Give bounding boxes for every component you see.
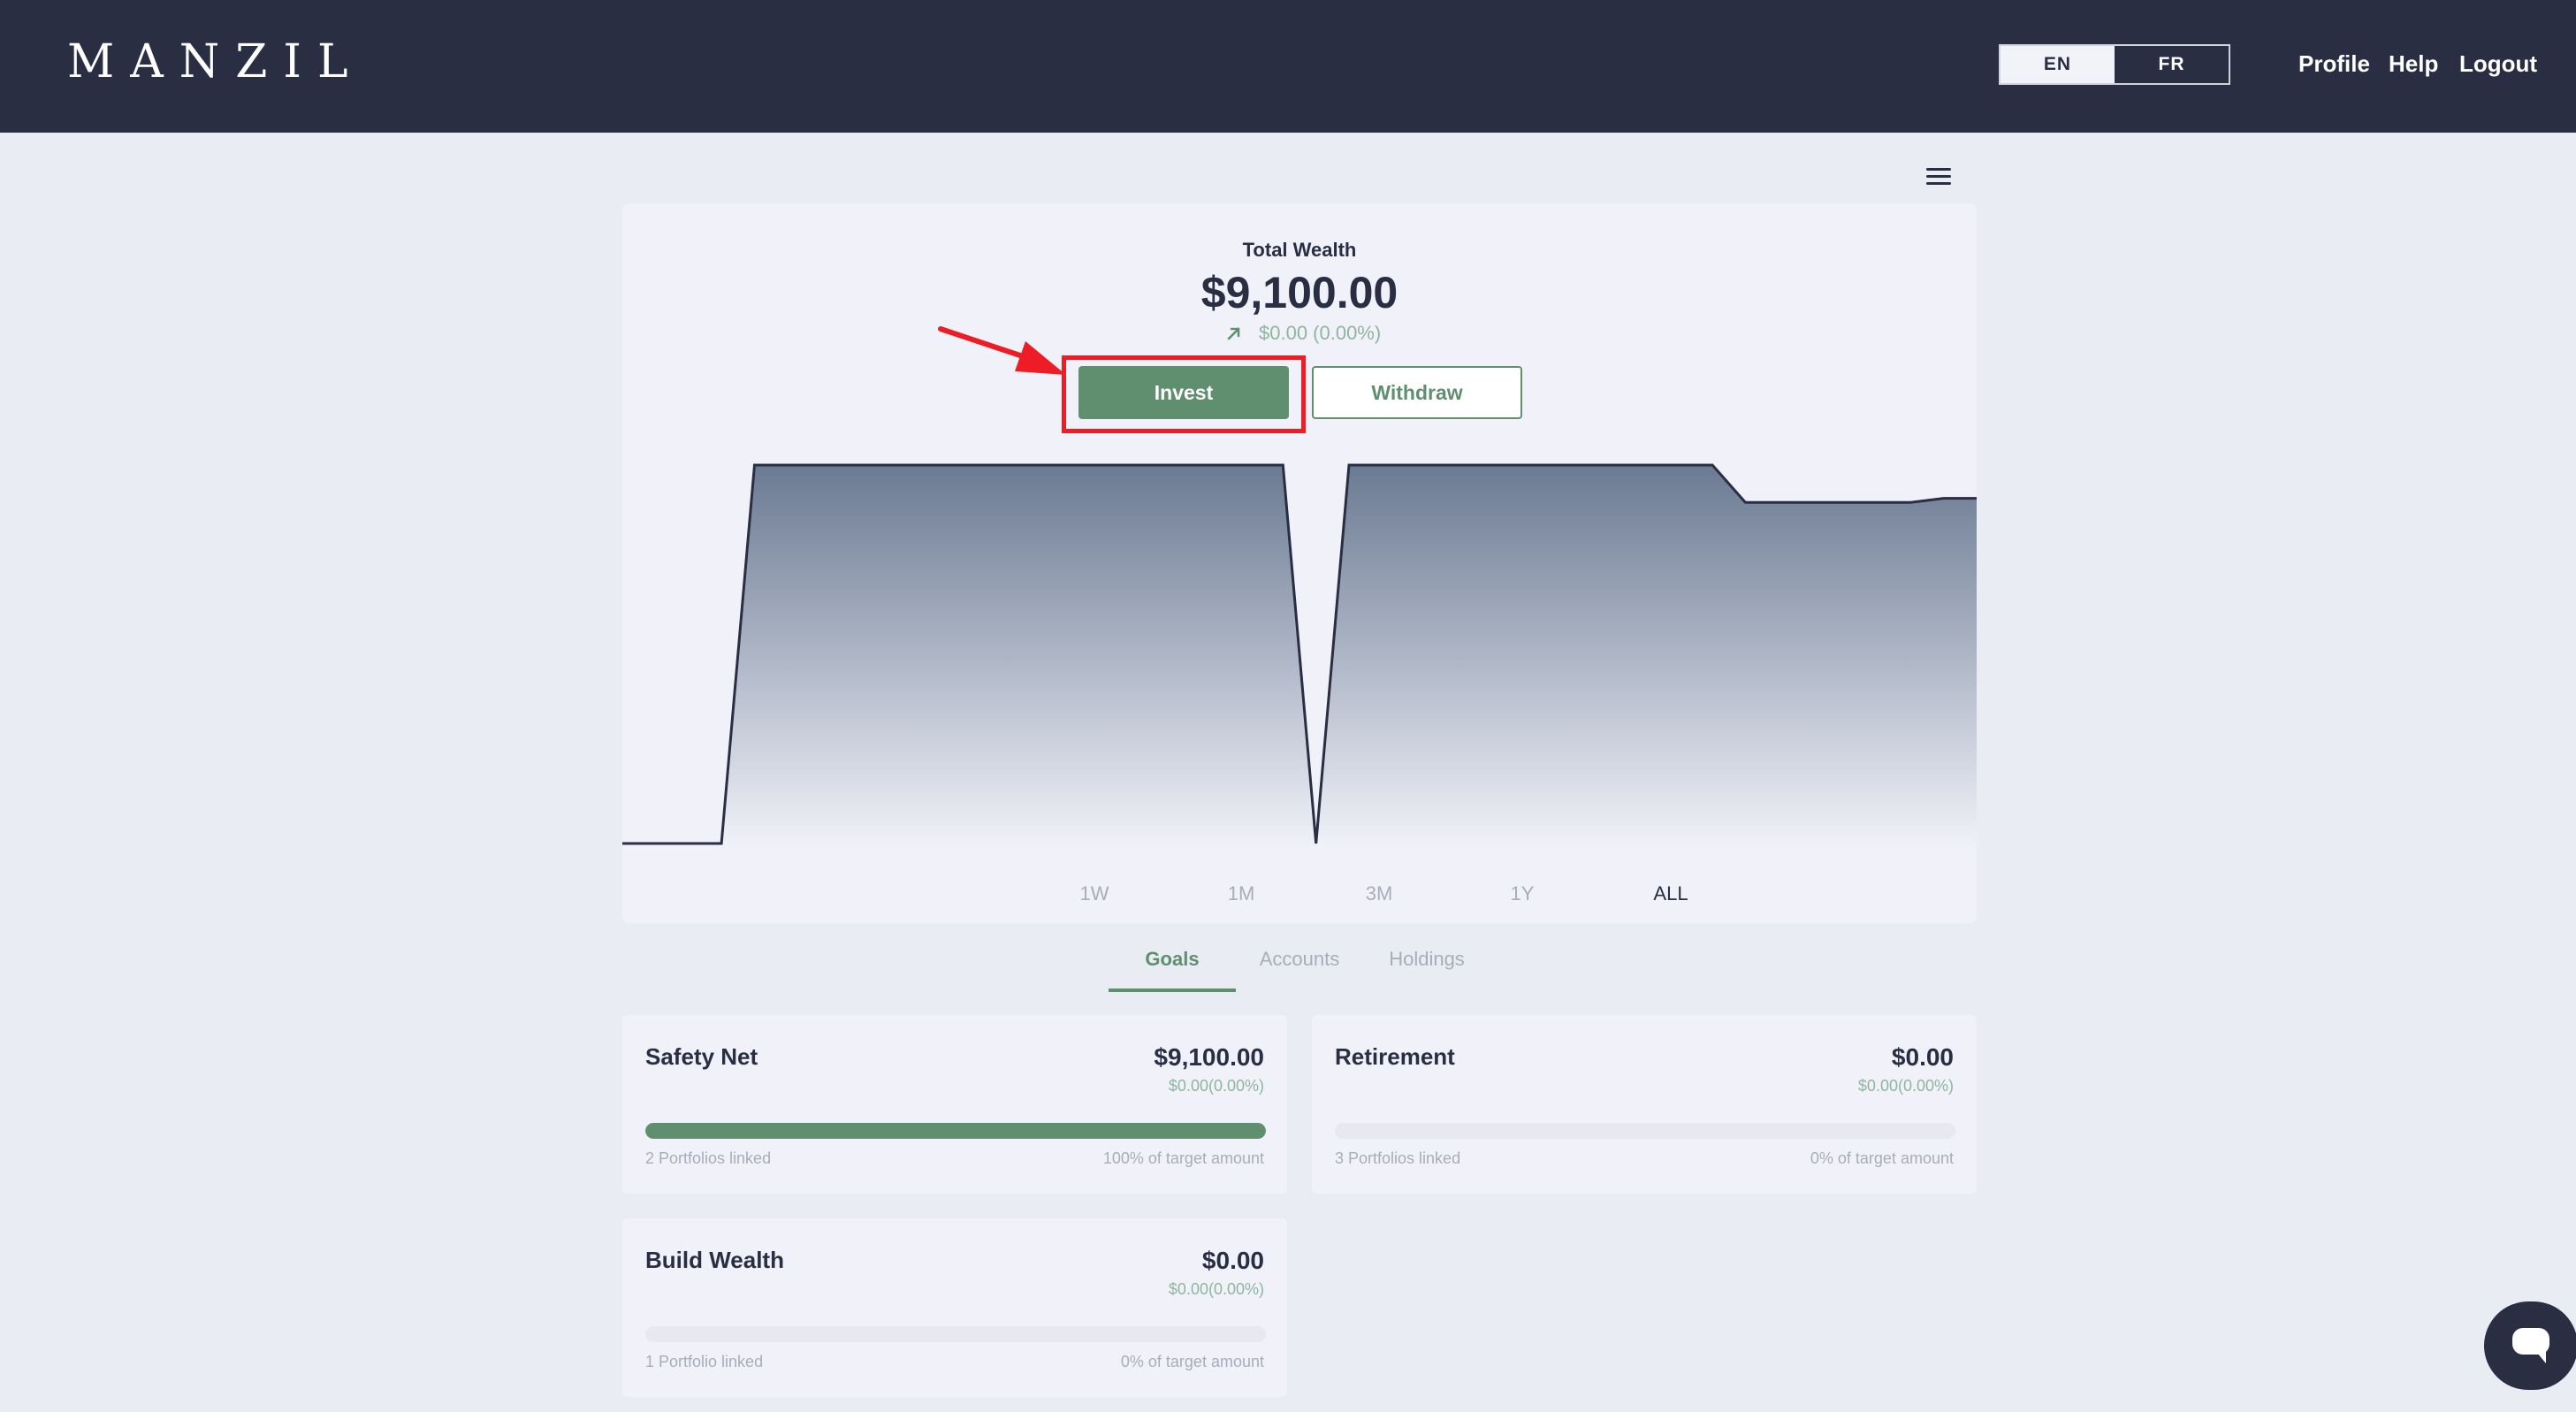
- goal-name: Retirement: [1335, 1043, 1455, 1070]
- goal-card-retirement[interactable]: Retirement $0.00 $0.00(0.00%) 3 Portfoli…: [1312, 1015, 1977, 1194]
- chat-bubble-icon: [2512, 1328, 2549, 1363]
- language-switcher: EN FR: [1999, 44, 2230, 85]
- range-1y-button[interactable]: 1Y: [1511, 882, 1535, 905]
- goal-target-percent: 0% of target amount: [1810, 1149, 1954, 1167]
- goal-name: Build Wealth: [645, 1247, 784, 1273]
- range-3m-button[interactable]: 3M: [1366, 882, 1393, 905]
- total-wealth-change-value: $0.00 (0.00%): [1259, 322, 1382, 344]
- top-navigation-bar: MANZIL EN FR Profile Help Logout: [0, 0, 2576, 133]
- goal-amount: $0.00: [1201, 1247, 1264, 1274]
- total-wealth-amount: $9,100.00: [1200, 268, 1399, 317]
- chat-support-button[interactable]: [2484, 1301, 2576, 1390]
- goal-amount: $0.00: [1891, 1043, 1954, 1071]
- goal-portfolios-linked: 1 Portfolio linked: [645, 1353, 764, 1370]
- tab-accounts[interactable]: Accounts: [1260, 948, 1340, 971]
- goal-amount: $9,100.00: [1154, 1043, 1264, 1071]
- goal-progress-bar: [1335, 1123, 1955, 1139]
- withdraw-button[interactable]: Withdraw: [1312, 366, 1522, 419]
- tab-holdings[interactable]: Holdings: [1389, 948, 1465, 971]
- range-1m-button[interactable]: 1M: [1228, 882, 1255, 905]
- help-link[interactable]: Help: [2389, 48, 2438, 80]
- logout-link[interactable]: Logout: [2459, 48, 2537, 80]
- goal-portfolios-linked: 3 Portfolios linked: [1335, 1149, 1461, 1167]
- goal-progress-bar: [645, 1123, 1266, 1139]
- active-tab-indicator: [1109, 988, 1236, 992]
- manzil-logo[interactable]: MANZIL: [67, 35, 364, 88]
- wealth-history-chart: [622, 463, 1977, 849]
- goal-card-build-wealth[interactable]: Build Wealth $0.00 $0.00(0.00%) 1 Portfo…: [622, 1218, 1287, 1397]
- goal-change: $0.00(0.00%): [1857, 1077, 1954, 1095]
- time-range-selector: 1W 1M 3M 1Y ALL: [622, 882, 1977, 911]
- invest-button[interactable]: Invest: [1078, 366, 1289, 419]
- goal-progress-bar: [645, 1326, 1266, 1342]
- goal-target-percent: 100% of target amount: [1102, 1149, 1264, 1167]
- goal-change: $0.00(0.00%): [1168, 1077, 1264, 1095]
- goal-target-percent: 0% of target amount: [1120, 1353, 1264, 1370]
- tab-goals[interactable]: Goals: [1145, 948, 1199, 971]
- total-wealth-label: Total Wealth: [1242, 239, 1357, 261]
- profile-link[interactable]: Profile: [2298, 48, 2370, 80]
- goal-progress-fill: [645, 1123, 1266, 1139]
- arrow-up-right-icon: [1227, 327, 1240, 340]
- goal-card-safety-net[interactable]: Safety Net $9,100.00 $0.00(0.00%) 2 Port…: [622, 1015, 1287, 1194]
- goal-portfolios-linked: 2 Portfolios linked: [645, 1149, 772, 1167]
- range-all-button[interactable]: ALL: [1653, 882, 1688, 905]
- goal-change: $0.00(0.00%): [1168, 1280, 1264, 1298]
- total-wealth-change: $0.00 (0.00%): [1223, 320, 1418, 347]
- language-en-button[interactable]: EN: [2001, 46, 2115, 83]
- hamburger-menu-icon[interactable]: [1924, 164, 1954, 187]
- goal-name: Safety Net: [645, 1043, 758, 1070]
- portfolio-tabs: Goals Accounts Holdings: [1109, 943, 1480, 994]
- language-fr-button[interactable]: FR: [2115, 46, 2229, 83]
- range-1w-button[interactable]: 1W: [1080, 882, 1109, 905]
- total-wealth-card: Total Wealth $9,100.00 $0.00 (0.00%) Inv…: [622, 203, 1977, 923]
